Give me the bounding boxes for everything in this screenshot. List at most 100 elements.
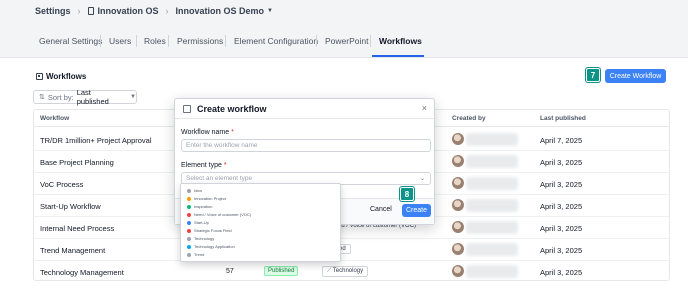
option-label: Start-Up	[194, 220, 209, 225]
tab-users[interactable]: Users	[109, 36, 131, 46]
create-workflow-button[interactable]: Create Workflow	[605, 69, 666, 83]
option-strategic-focus-field[interactable]: Strategic Focus Field	[187, 228, 232, 233]
table-row[interactable]: Trend Management ed April 3, 2025	[34, 239, 669, 261]
creator-name-redacted	[466, 133, 518, 146]
option-label: Technology Application	[194, 244, 235, 249]
workflow-name-input[interactable]: Enter the workflow name	[181, 139, 431, 152]
workflow-name-placeholder: Enter the workflow name	[186, 142, 258, 149]
option-need-voc[interactable]: Need / Voice of customer (VOC)	[187, 212, 251, 217]
required-mark: *	[231, 129, 234, 136]
breadcrumb: Settings › Innovation OS › Innovation OS…	[0, 0, 688, 22]
element-type-placeholder: Select an element type	[186, 175, 253, 182]
header-created-by[interactable]: Created by	[452, 115, 486, 122]
tab-workflows[interactable]: Workflows	[379, 36, 422, 46]
workflow-name[interactable]: Technology Management	[40, 268, 124, 277]
option-label: Strategic Focus Field	[194, 228, 232, 233]
creator-name-redacted	[466, 243, 518, 256]
project-icon	[187, 196, 191, 201]
avatar	[452, 155, 464, 167]
need-icon	[187, 212, 191, 217]
workflow-name[interactable]: Base Project Planning	[40, 158, 114, 167]
modal-header: Create workflow ×	[175, 99, 434, 119]
start-up-icon	[187, 220, 191, 225]
application-icon	[187, 244, 191, 249]
workflow-icon	[183, 105, 191, 113]
creator-name-redacted	[466, 221, 518, 234]
option-label: Technology	[194, 236, 215, 241]
element-count: 57	[226, 268, 234, 275]
tab-roles[interactable]: Roles	[144, 36, 166, 46]
breadcrumb-innovation-os[interactable]: Innovation OS	[98, 6, 159, 16]
sort-value: Last published	[76, 88, 109, 106]
tab-divider	[168, 35, 169, 47]
modal-title: Create workflow	[197, 104, 267, 114]
avatar	[452, 177, 464, 189]
workflow-name-label: Workflow name *	[181, 129, 234, 136]
chevron-down-icon: ⌄	[419, 176, 425, 182]
option-technology[interactable]: Technology	[187, 236, 214, 241]
option-trend[interactable]: Trend	[187, 252, 204, 257]
last-published-date: April 3, 2025	[540, 268, 583, 277]
tab-divider	[316, 35, 317, 47]
step-annotation-8: 8	[400, 187, 414, 201]
option-label: Inspiration	[194, 204, 213, 209]
cancel-button[interactable]: Cancel	[370, 206, 392, 213]
close-icon[interactable]: ×	[422, 103, 427, 113]
element-type-dropdown: Idea Innovation Project Inspiration Need…	[180, 183, 341, 262]
workflow-name[interactable]: TR/DR 1million+ Project Approval	[40, 136, 152, 145]
target-icon	[187, 228, 191, 233]
caret-down-icon[interactable]: ▼	[267, 8, 273, 14]
workflow-name[interactable]: Trend Management	[40, 246, 105, 255]
sort-dropdown[interactable]: ⇅ Sort by: Last published ▼	[33, 88, 137, 106]
creator-name-redacted	[466, 155, 518, 168]
element-type-label: Technology	[332, 268, 364, 274]
required-mark: *	[223, 162, 227, 169]
status-badge: Published	[264, 266, 299, 276]
table-row[interactable]: Technology Management 57 Published ⟋ Tec…	[34, 261, 669, 280]
last-published-date: April 3, 2025	[540, 158, 583, 167]
header-last-published[interactable]: Last published	[540, 115, 586, 122]
tab-divider	[225, 35, 226, 47]
sort-icon: ⇅	[39, 94, 45, 101]
option-innovation-project[interactable]: Innovation Project	[187, 196, 226, 201]
element-type-label: Element type *	[181, 162, 227, 169]
option-label: Need / Voice of customer (VOC)	[194, 212, 252, 217]
last-published-date: April 3, 2025	[540, 246, 583, 255]
technology-icon	[187, 236, 191, 241]
creator-name-redacted	[466, 199, 518, 212]
tab-divider	[136, 35, 137, 47]
option-inspiration[interactable]: Inspiration	[187, 204, 212, 209]
breadcrumb-settings[interactable]: Settings	[35, 6, 71, 16]
workflow-icon	[36, 73, 43, 80]
workflow-name-label-text: Workflow name	[181, 129, 230, 136]
element-type-tag: ⟋ Technology	[322, 266, 369, 277]
workflow-name[interactable]: Start-Up Workflow	[40, 202, 101, 211]
option-technology-application[interactable]: Technology Application	[187, 244, 235, 249]
tab-element-configuration[interactable]: Element Configuration	[234, 36, 318, 46]
sort-label: Sort by:	[47, 92, 74, 102]
option-start-up[interactable]: Start-Up	[187, 220, 209, 225]
idea-icon	[187, 188, 191, 193]
tab-permissions[interactable]: Permissions	[177, 36, 223, 46]
option-idea[interactable]: Idea	[187, 188, 202, 193]
last-published-date: April 3, 2025	[540, 202, 583, 211]
trend-icon	[187, 252, 191, 257]
breadcrumb-chevron-icon: ›	[165, 6, 169, 16]
breadcrumb-chevron-icon: ›	[77, 6, 81, 16]
avatar	[452, 221, 464, 233]
inspiration-icon	[187, 204, 191, 209]
option-label: Innovation Project	[194, 196, 227, 201]
avatar	[452, 133, 464, 145]
avatar	[452, 265, 464, 277]
tab-general-settings[interactable]: General Settings	[39, 36, 102, 46]
active-tab-indicator	[372, 55, 424, 57]
header-workflow[interactable]: Workflow	[40, 115, 69, 122]
workflow-name[interactable]: VoC Process	[40, 180, 83, 189]
tab-powerpoint[interactable]: PowerPoint	[325, 36, 368, 46]
workflow-name[interactable]: Internal Need Process	[40, 224, 114, 233]
creator-name-redacted	[466, 177, 518, 190]
create-button[interactable]: Create	[402, 204, 431, 217]
breadcrumb-workspace-select[interactable]: Innovation OS Demo	[176, 6, 265, 16]
last-published-date: April 3, 2025	[540, 224, 583, 233]
creator-name-redacted	[466, 265, 518, 278]
